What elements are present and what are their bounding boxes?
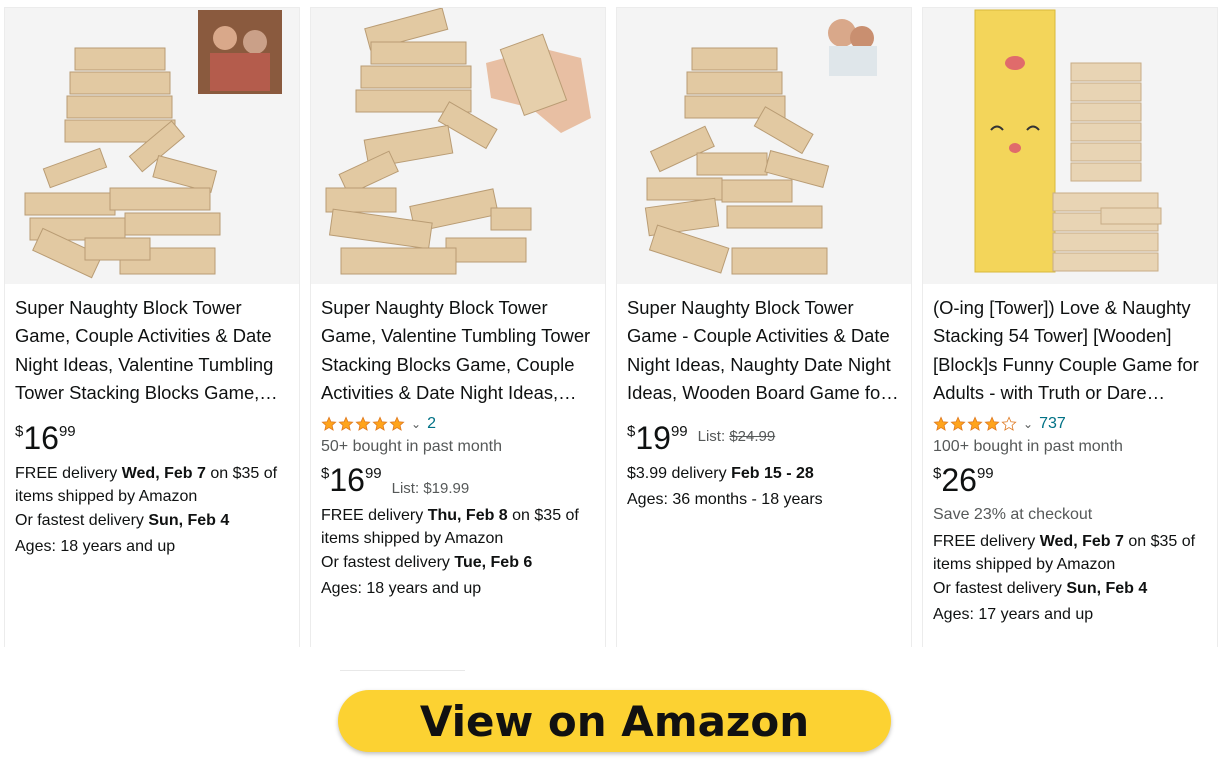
star-full-icon: [372, 415, 388, 431]
price-whole: 26: [941, 461, 977, 498]
price-symbol: $: [15, 422, 24, 440]
rating-count-link[interactable]: 737: [1039, 415, 1066, 433]
price: $ 26 99: [933, 462, 1207, 498]
age-range: Ages: 18 years and up: [321, 580, 482, 598]
boxed-tower-game-image[interactable]: [923, 8, 1217, 284]
delivery-info: FREE delivery Wed, Feb 7 on $35 of items…: [933, 530, 1207, 601]
product-title[interactable]: (O-ing [Tower]) Love & Naughty Stacking …: [933, 294, 1207, 408]
save-coupon: Save 23% at checkout: [933, 505, 1093, 523]
price: $ 16 99 List: $19.99: [321, 462, 595, 498]
list-label: List:: [697, 427, 730, 445]
price-whole: 19: [635, 419, 671, 456]
star-full-icon: [389, 415, 405, 431]
product-title[interactable]: Super Naughty Block Tower Game - Couple …: [627, 294, 901, 408]
bought-count: 50+ bought in past month: [321, 437, 503, 455]
delivery-prefix: FREE delivery: [933, 532, 1040, 550]
product-title[interactable]: Super Naughty Block Tower Game, Valentin…: [321, 294, 595, 408]
fastest-date: Sun, Feb 4: [148, 511, 230, 529]
price: $ 16 99: [15, 420, 289, 456]
list-price: List: $24.99: [698, 428, 776, 445]
delivery-prefix: FREE delivery: [15, 464, 122, 482]
price-fraction: 99: [364, 464, 382, 482]
star-full-icon: [967, 415, 983, 431]
price-symbol: $: [627, 422, 636, 440]
delivery-prefix: FREE delivery: [321, 506, 428, 524]
tumbling-tower-blocks-image[interactable]: [5, 8, 299, 284]
delivery-prefix: $3.99 delivery: [627, 464, 732, 482]
price-symbol: $: [933, 464, 942, 482]
price-fraction: 99: [58, 422, 76, 440]
price: $ 19 99 List: $24.99: [627, 420, 901, 456]
tumbling-tower-blocks-image[interactable]: [311, 8, 605, 284]
price-fraction: 99: [670, 422, 688, 440]
delivery-info: FREE delivery Thu, Feb 8 on $35 of items…: [321, 504, 595, 575]
delivery-info: $3.99 delivery Feb 15 - 28: [627, 462, 901, 486]
product-card[interactable]: Super Naughty Block Tower Game, Valentin…: [310, 7, 606, 647]
product-grid: Super Naughty Block Tower Game, Couple A…: [4, 7, 1218, 647]
delivery-date: Thu, Feb 8: [427, 506, 508, 524]
delivery-date: Feb 15 - 28: [731, 464, 814, 482]
rating-count-link[interactable]: 2: [427, 415, 436, 433]
price-symbol: $: [321, 464, 330, 482]
bought-count: 100+ bought in past month: [933, 437, 1123, 455]
product-title[interactable]: Super Naughty Block Tower Game, Couple A…: [15, 294, 289, 408]
age-range: Ages: 17 years and up: [933, 606, 1094, 624]
star-full-icon: [950, 415, 966, 431]
product-card[interactable]: (O-ing [Tower]) Love & Naughty Stacking …: [922, 7, 1218, 647]
list-price-value: $24.99: [729, 427, 776, 445]
star-rating: [321, 415, 405, 432]
view-on-amazon-button[interactable]: View on Amazon: [338, 690, 891, 752]
star-full-icon: [933, 415, 949, 431]
star-full-icon: [338, 415, 354, 431]
age-range: Ages: 36 months - 18 years: [627, 491, 823, 509]
list-label: List:: [391, 479, 424, 497]
tumbling-tower-blocks-image[interactable]: [617, 8, 911, 284]
rating-row[interactable]: ⌄ 2: [321, 412, 595, 436]
fastest-prefix: Or fastest delivery: [321, 553, 455, 571]
price-fraction: 99: [976, 464, 994, 482]
delivery-date: Wed, Feb 7: [1039, 532, 1124, 550]
star-empty-icon: [1001, 415, 1017, 431]
product-card[interactable]: Super Naughty Block Tower Game - Couple …: [616, 7, 912, 647]
star-rating: [933, 415, 1017, 432]
rating-row[interactable]: ⌄ 737: [933, 412, 1207, 436]
chevron-down-icon[interactable]: ⌄: [411, 417, 421, 431]
fastest-date: Tue, Feb 6: [454, 553, 533, 571]
delivery-info: FREE delivery Wed, Feb 7 on $35 of items…: [15, 462, 289, 533]
fastest-prefix: Or fastest delivery: [933, 579, 1067, 597]
star-full-icon: [984, 415, 1000, 431]
price-whole: 16: [23, 419, 59, 456]
list-price: List: $19.99: [392, 480, 470, 497]
price-whole: 16: [329, 461, 365, 498]
delivery-date: Wed, Feb 7: [121, 464, 206, 482]
divider: [340, 670, 465, 671]
fastest-prefix: Or fastest delivery: [15, 511, 149, 529]
chevron-down-icon[interactable]: ⌄: [1023, 417, 1033, 431]
star-full-icon: [355, 415, 371, 431]
list-price-value: $19.99: [423, 479, 470, 497]
fastest-date: Sun, Feb 4: [1066, 579, 1148, 597]
star-full-icon: [321, 415, 337, 431]
product-card[interactable]: Super Naughty Block Tower Game, Couple A…: [4, 7, 300, 647]
age-range: Ages: 18 years and up: [15, 538, 176, 556]
